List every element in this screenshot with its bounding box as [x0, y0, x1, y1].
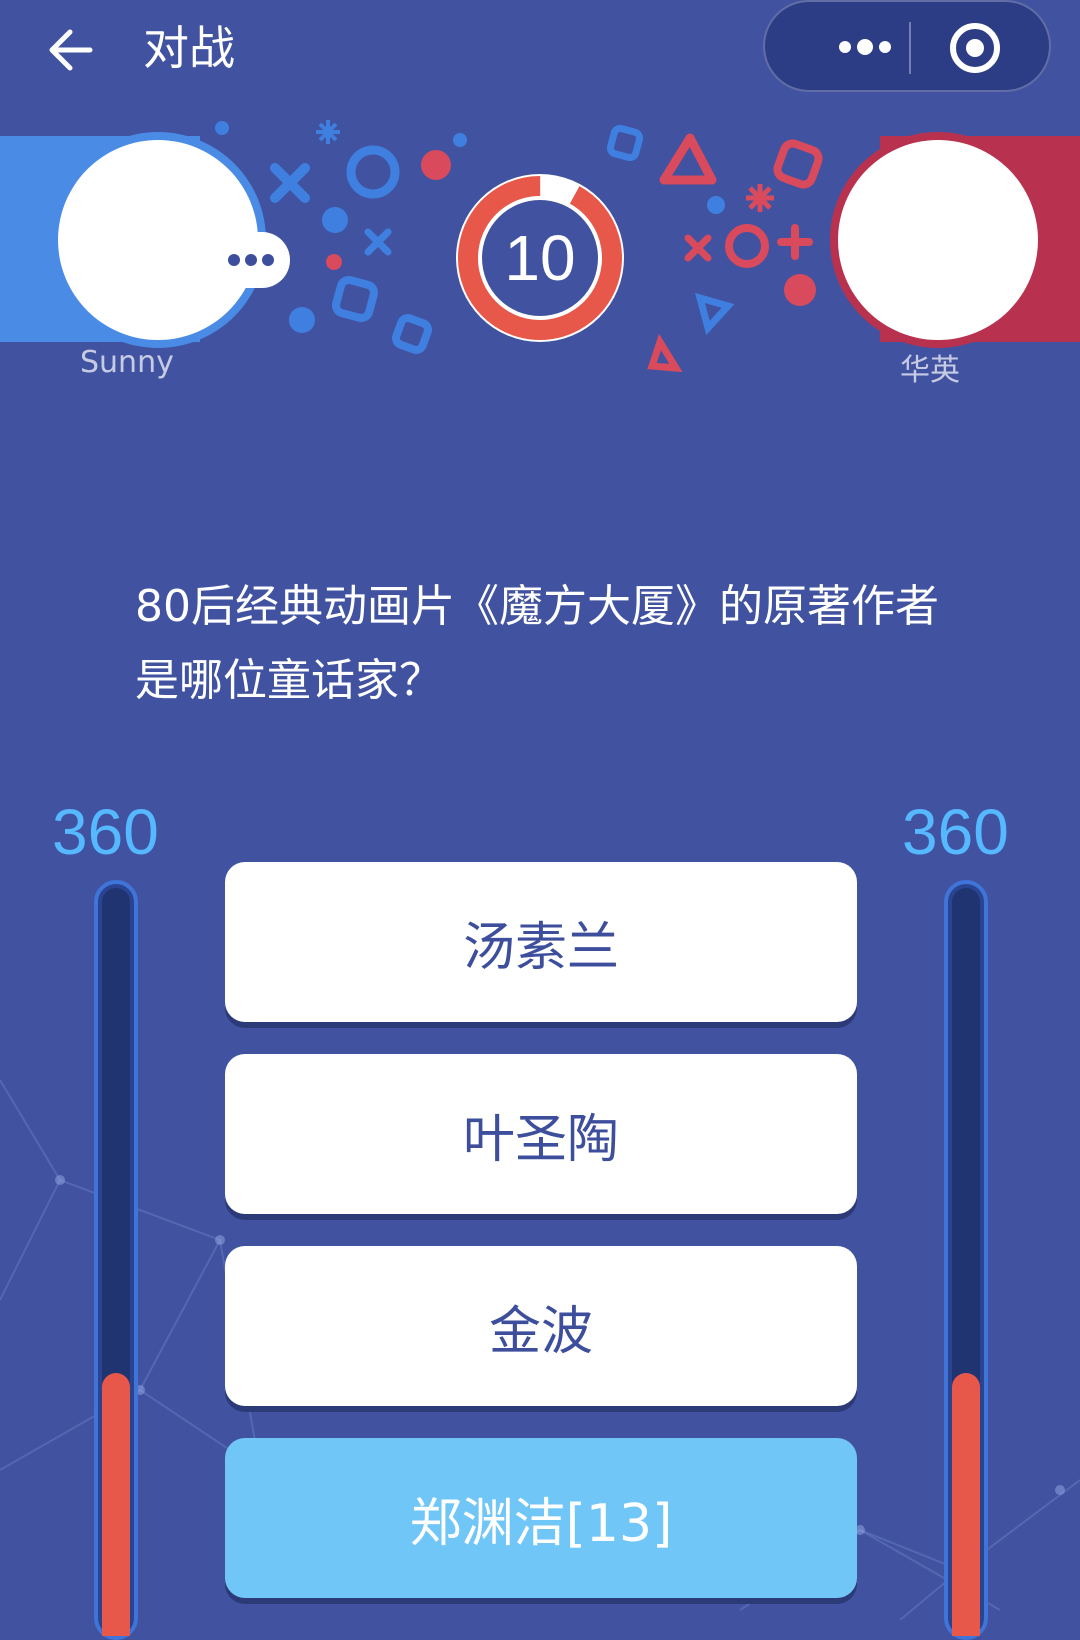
right-player-avatar[interactable] — [838, 140, 1038, 340]
left-score: 360 — [52, 796, 159, 868]
mini-program-capsule — [763, 0, 1051, 92]
countdown-seconds: 10 — [504, 222, 576, 294]
right-score-bar — [944, 880, 988, 1640]
right-player-name: 华英 — [900, 353, 960, 388]
question-text: 80后经典动画片《魔方大厦》的原著作者是哪位童话家？ — [135, 581, 939, 706]
answer-option-3[interactable]: 金波 — [225, 1246, 857, 1406]
typing-dots-icon — [212, 232, 290, 288]
capsule-divider — [909, 22, 911, 74]
right-score: 360 — [902, 796, 1009, 868]
answer-option-4[interactable]: 郑渊洁[13] — [225, 1438, 857, 1598]
left-score-bar-fill — [102, 1372, 130, 1636]
right-score-bar-fill — [952, 1372, 980, 1636]
more-dots-icon[interactable] — [799, 22, 919, 72]
left-player-name: Sunny — [80, 345, 174, 380]
answer-option-1[interactable]: 汤素兰 — [225, 862, 857, 1022]
page-title: 对战 — [143, 21, 235, 75]
left-score-bar — [94, 880, 138, 1640]
arrow-left-icon[interactable] — [42, 20, 102, 80]
answer-option-2[interactable]: 叶圣陶 — [225, 1054, 857, 1214]
target-icon[interactable] — [925, 20, 1045, 76]
